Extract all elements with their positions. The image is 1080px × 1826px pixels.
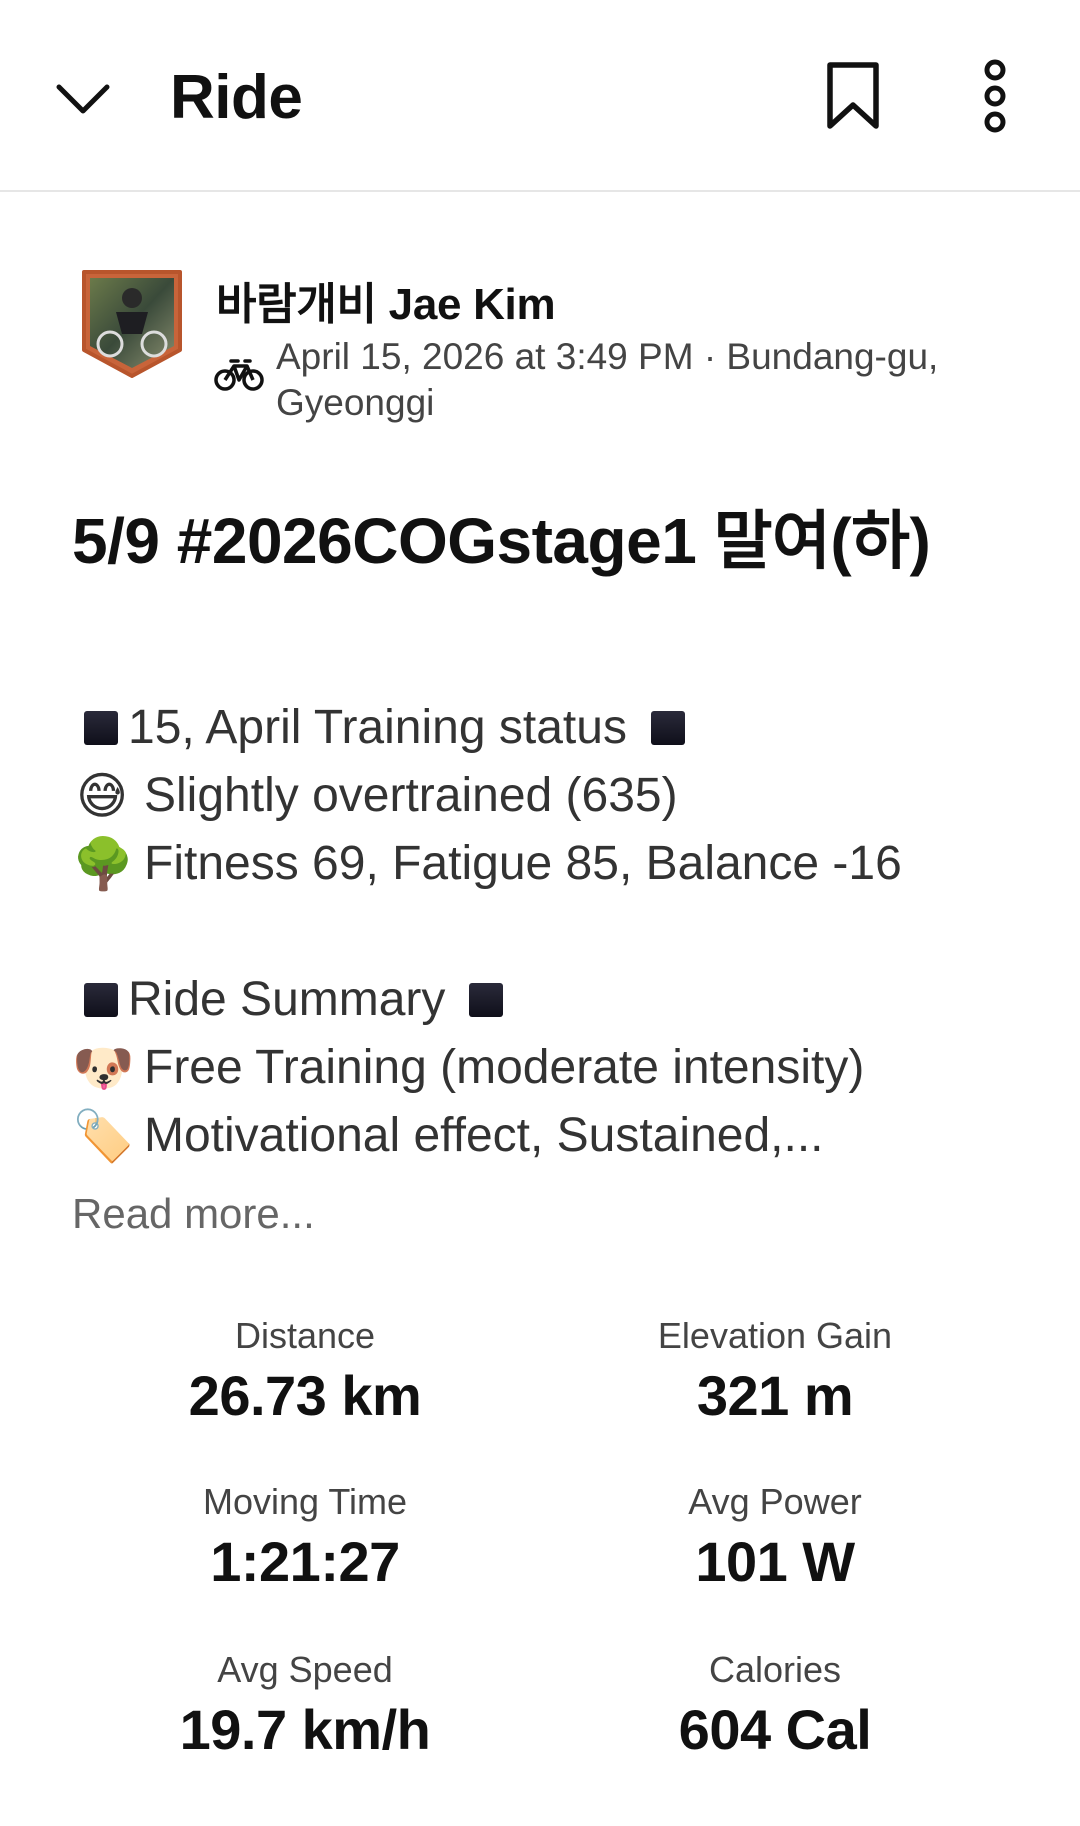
stat-avg-speed: Avg Speed 19.7 km/h: [70, 1648, 540, 1764]
stat-label: Moving Time: [202, 1481, 408, 1522]
athlete-name[interactable]: 바람개비 Jae Kim: [216, 268, 556, 332]
activity-title: 5/9 #2026COGstage1 말여(하): [72, 505, 931, 577]
stat-distance: Distance 26.73 km: [70, 1314, 540, 1430]
page-title: Ride: [170, 63, 303, 132]
more-vertical-icon: [984, 59, 1006, 133]
label-tag-emoji-icon: 🏷️: [72, 1107, 135, 1165]
read-more-link[interactable]: Read more...: [72, 1190, 315, 1238]
black-square-icon: [84, 983, 118, 1017]
sweat-smile-emoji-icon: 😅: [75, 767, 129, 825]
description-line: 15, April Training status: [72, 694, 1032, 762]
dog-face-emoji-icon: 🐶: [72, 1039, 135, 1097]
stat-value: 604 Cal: [678, 1698, 872, 1761]
stat-avg-power: Avg Power 101 W: [540, 1480, 1010, 1596]
description-text: Fitness 69, Fatigue 85, Balance -16: [144, 837, 902, 890]
stat-moving-time: Moving Time 1:21:27: [70, 1480, 540, 1596]
stat-value: 26.73 km: [188, 1364, 422, 1427]
description-text: Free Training (moderate intensity): [144, 1041, 865, 1094]
description-line: 😅 Slightly overtrained (635): [72, 762, 1032, 830]
description-line: Ride Summary: [72, 966, 1032, 1034]
description-line: 🏷️ Motivational effect, Sustained,...: [72, 1102, 1032, 1170]
black-square-icon: [650, 711, 685, 745]
stat-elevation-gain: Elevation Gain 321 m: [540, 1314, 1010, 1430]
stat-calories: Calories 604 Cal: [540, 1648, 1010, 1764]
athlete-avatar[interactable]: [80, 268, 184, 380]
stat-label: Avg Speed: [217, 1649, 393, 1690]
black-square-icon: [84, 711, 118, 745]
activity-date-location: April 15, 2026 at 3:49 PM · Bundang-gu, …: [276, 336, 939, 423]
stat-value: 321 m: [696, 1364, 854, 1427]
chevron-down-icon: [56, 84, 110, 114]
description-text: Ride Summary: [128, 973, 446, 1026]
more-options-button[interactable]: [970, 56, 1020, 136]
activity-detail-screen: Ride 바람개비 Jae Kim April 15, 2026 at 3:49…: [0, 0, 1080, 1826]
activity-description[interactable]: 15, April Training status 😅 Slightly ove…: [72, 694, 1032, 1170]
description-line: 🐶 Free Training (moderate intensity): [72, 1034, 1032, 1102]
bookmark-icon: [827, 62, 879, 129]
description-text: 15, April Training status: [128, 701, 627, 754]
stat-label: Distance: [234, 1315, 376, 1356]
description-text: Motivational effect, Sustained,...: [144, 1109, 824, 1162]
bookmark-button[interactable]: [820, 58, 886, 134]
stat-label: Calories: [708, 1649, 842, 1690]
description-line: 🌳 Fitness 69, Fatigue 85, Balance -16: [72, 830, 1032, 898]
top-app-bar: Ride: [0, 0, 1080, 192]
stat-value: 101 W: [695, 1530, 855, 1593]
black-square-icon: [469, 983, 504, 1017]
collapse-button[interactable]: [50, 66, 116, 132]
bicycle-icon: [214, 356, 264, 392]
stat-label: Elevation Gain: [657, 1315, 893, 1356]
stat-value: 1:21:27: [210, 1530, 400, 1593]
description-text: Slightly overtrained (635): [144, 769, 678, 822]
stat-label: Avg Power: [688, 1481, 862, 1522]
tree-emoji-icon: 🌳: [72, 835, 135, 893]
stat-value: 19.7 km/h: [179, 1698, 431, 1761]
